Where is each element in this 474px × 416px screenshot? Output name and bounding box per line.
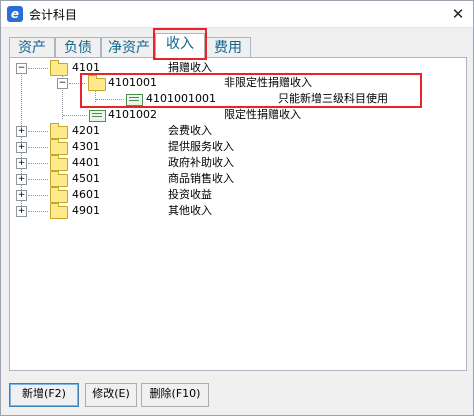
- account-code: 4301: [72, 140, 100, 153]
- add-button[interactable]: 新增(F2): [9, 383, 79, 407]
- folder-icon: [50, 171, 68, 187]
- tab-net-assets[interactable]: 净资产: [101, 37, 157, 58]
- account-code: 4101001: [108, 76, 157, 89]
- expand-toggle-icon[interactable]: +: [16, 190, 27, 201]
- window-title: 会计科目: [29, 8, 78, 22]
- ledger-icon: [126, 94, 143, 106]
- account-name: 捐赠收入: [168, 61, 212, 74]
- tab-assets[interactable]: 资产: [9, 37, 55, 58]
- folder-icon: [50, 60, 68, 76]
- tree-row[interactable]: + 4201 会费收入: [10, 123, 460, 139]
- account-name: 投资收益: [168, 188, 212, 201]
- expand-toggle-icon[interactable]: +: [16, 206, 27, 217]
- expand-toggle-icon[interactable]: +: [16, 126, 27, 137]
- account-code: 4201: [72, 124, 100, 137]
- account-code: 4501: [72, 172, 100, 185]
- tab-expenses[interactable]: 费用: [205, 37, 251, 58]
- expand-toggle-icon[interactable]: +: [16, 158, 27, 169]
- delete-button[interactable]: 删除(F10): [141, 383, 209, 407]
- account-name: 其他收入: [168, 204, 212, 217]
- collapse-toggle-icon[interactable]: −: [16, 63, 27, 74]
- expand-toggle-icon[interactable]: +: [16, 174, 27, 185]
- tree-connector: [28, 163, 48, 164]
- account-name: 政府补助收入: [168, 156, 234, 169]
- tab-liabilities[interactable]: 负债: [55, 37, 101, 58]
- tree-connector: [28, 179, 48, 180]
- tree-row[interactable]: − 4101 捐赠收入: [10, 60, 460, 76]
- category-tabs: 资产 负债 净资产 收入 费用: [9, 28, 465, 60]
- app-icon: e: [7, 6, 23, 22]
- tree-connector: [28, 147, 48, 148]
- tree-connector: [63, 115, 87, 116]
- tab-income[interactable]: 收入: [155, 33, 205, 59]
- tree-connector: [69, 83, 85, 84]
- folder-icon: [88, 75, 106, 91]
- account-code: 4101001001: [146, 92, 216, 105]
- account-name: 会费收入: [168, 124, 212, 137]
- account-code: 4101002: [108, 108, 157, 121]
- tree-row[interactable]: + 4901 其他收入: [10, 203, 460, 219]
- account-name: 提供服务收入: [168, 140, 234, 153]
- close-button[interactable]: ✕: [449, 5, 467, 23]
- account-name: 限定性捐赠收入: [224, 108, 301, 121]
- account-subjects-window: e 会计科目 ✕ 资产 负债 净资产 收入 费用 − 4101 捐赠收入 − 4…: [0, 0, 474, 416]
- account-name: 只能新增三级科目使用: [278, 92, 388, 105]
- tree-row[interactable]: 4101002 限定性捐赠收入: [10, 108, 460, 122]
- tree-row[interactable]: + 4301 提供服务收入: [10, 139, 460, 155]
- account-code: 4101: [72, 61, 100, 74]
- account-name: 商品销售收入: [168, 172, 234, 185]
- tree-row[interactable]: − 4101001 非限定性捐赠收入: [10, 75, 460, 91]
- folder-icon: [50, 203, 68, 219]
- folder-icon: [50, 187, 68, 203]
- tree-connector: [28, 131, 48, 132]
- tree-connector: [96, 99, 124, 100]
- title-bar: e 会计科目 ✕: [1, 1, 473, 28]
- tree-row[interactable]: + 4401 政府补助收入: [10, 155, 460, 171]
- edit-button[interactable]: 修改(E): [85, 383, 137, 407]
- folder-icon: [50, 139, 68, 155]
- account-code: 4901: [72, 204, 100, 217]
- ledger-icon: [89, 110, 106, 122]
- tree-row[interactable]: 4101001001 只能新增三级科目使用: [10, 92, 460, 106]
- button-bar: 新增(F2) 修改(E) 删除(F10): [9, 377, 465, 411]
- tree-connector: [28, 211, 48, 212]
- account-tree: − 4101 捐赠收入 − 4101001 非限定性捐赠收入 410100100…: [9, 57, 467, 371]
- folder-icon: [50, 155, 68, 171]
- tree-connector: [28, 195, 48, 196]
- tree-row[interactable]: + 4601 投资收益: [10, 187, 460, 203]
- tree-connector: [28, 68, 48, 69]
- expand-toggle-icon[interactable]: +: [16, 142, 27, 153]
- account-code: 4401: [72, 156, 100, 169]
- folder-icon: [50, 123, 68, 139]
- account-name: 非限定性捐赠收入: [224, 76, 312, 89]
- account-code: 4601: [72, 188, 100, 201]
- tree-row[interactable]: + 4501 商品销售收入: [10, 171, 460, 187]
- collapse-toggle-icon[interactable]: −: [57, 78, 68, 89]
